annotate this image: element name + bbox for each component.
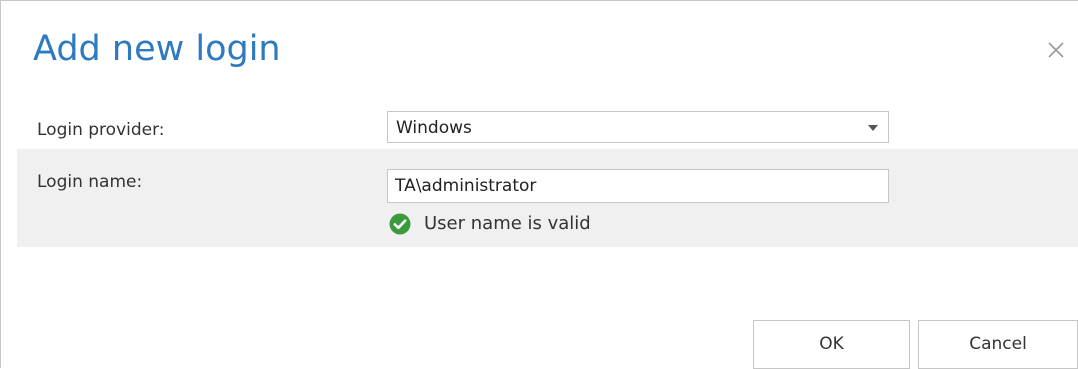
ok-button[interactable]: OK	[753, 320, 910, 369]
login-provider-value: Windows	[396, 118, 472, 138]
login-name-row: Login name: User name is valid	[17, 149, 1078, 247]
check-circle-icon	[389, 213, 411, 235]
close-icon[interactable]	[1045, 39, 1067, 61]
login-provider-row: Login provider: Windows	[17, 101, 1078, 149]
add-login-dialog: Add new login Login provider: Windows Lo…	[0, 0, 1078, 369]
dialog-title: Add new login	[33, 29, 281, 69]
login-provider-select[interactable]: Windows	[387, 111, 889, 143]
validation-message: User name is valid	[424, 213, 591, 234]
chevron-down-icon	[868, 125, 878, 131]
login-provider-label: Login provider:	[37, 120, 165, 140]
login-name-label: Login name:	[37, 172, 143, 192]
login-name-input[interactable]	[387, 169, 889, 203]
cancel-button[interactable]: Cancel	[918, 320, 1078, 369]
